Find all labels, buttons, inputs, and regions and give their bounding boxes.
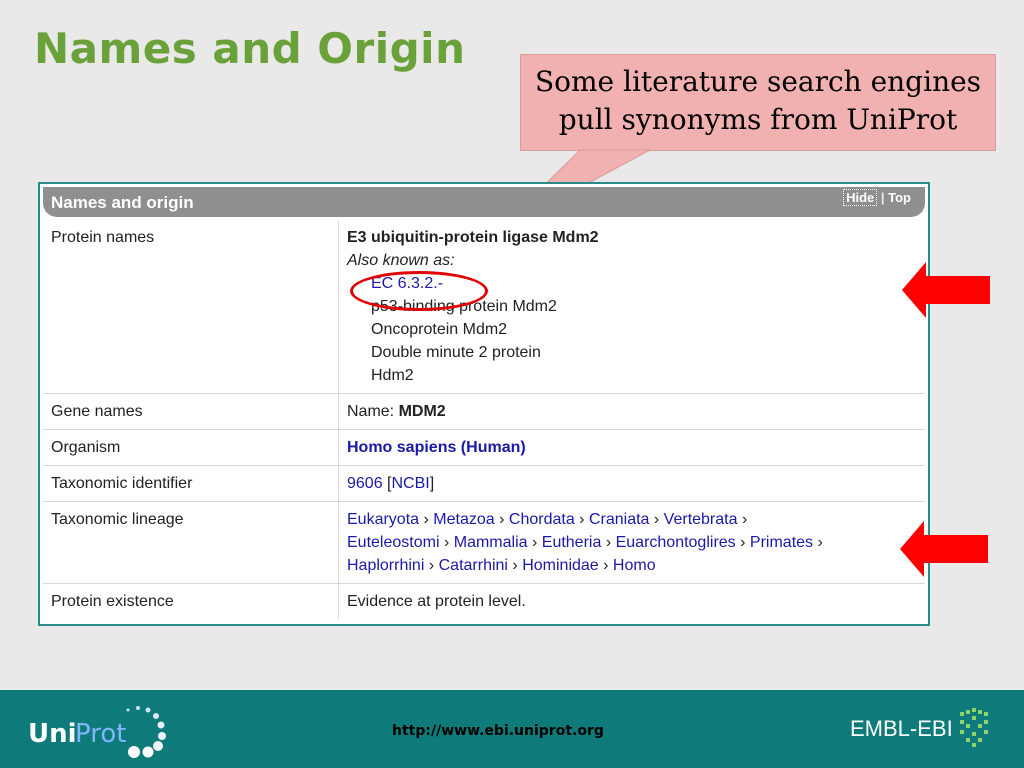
lineage-link[interactable]: Metazoa	[433, 511, 494, 528]
table-row-gene-names: Gene names Name: MDM2	[43, 394, 925, 430]
lineage-link[interactable]: Eukaryota	[347, 511, 419, 528]
row-value: E3 ubiquitin-protein ligase Mdm2 Also kn…	[339, 220, 925, 393]
hide-link[interactable]: Hide	[843, 189, 878, 206]
names-and-origin-panel: Names and origin Hide | Top Protein name…	[38, 182, 930, 626]
ncbi-link[interactable]: NCBI	[392, 475, 430, 492]
panel-title: Names and origin	[51, 193, 194, 212]
organism-link[interactable]: Homo sapiens (Human)	[347, 439, 526, 456]
row-value: Homo sapiens (Human)	[339, 430, 925, 465]
callout-line-2: pull synonyms from UniProt	[558, 103, 958, 136]
row-label: Protein names	[43, 220, 339, 393]
panel-header: Names and origin Hide | Top	[43, 187, 925, 217]
lineage-separator: ›	[499, 511, 505, 528]
lineage-separator: ›	[740, 534, 746, 551]
embl-ebi-mark	[960, 708, 988, 747]
row-label: Organism	[43, 430, 339, 465]
taxon-id-link[interactable]: 9606	[347, 475, 383, 492]
lineage-link[interactable]: Euteleostomi	[347, 534, 440, 551]
lineage-separator: ›	[741, 511, 748, 528]
uniprot-logo-part2: Prot	[75, 719, 126, 749]
red-arrow-left-icon	[902, 262, 990, 318]
row-value: Eukaryota › Metazoa › Chordata › Craniat…	[339, 502, 925, 583]
table-row-protein-existence: Protein existence Evidence at protein le…	[43, 584, 925, 619]
lineage-separator: ›	[512, 557, 518, 574]
synonym: p53-binding protein Mdm2	[371, 298, 557, 315]
recommended-name: E3 ubiquitin-protein ligase Mdm2	[347, 229, 599, 246]
names-table: Protein names E3 ubiquitin-protein ligas…	[43, 220, 925, 621]
lineage-link[interactable]: Chordata	[509, 511, 575, 528]
row-label: Taxonomic identifier	[43, 466, 339, 501]
lineage-link[interactable]: Craniata	[589, 511, 649, 528]
embl-ebi-text: EMBL-EBI	[850, 716, 953, 741]
header-separator: |	[880, 190, 885, 205]
table-row-protein-names: Protein names E3 ubiquitin-protein ligas…	[43, 220, 925, 394]
row-label: Gene names	[43, 394, 339, 429]
lineage-separator: ›	[579, 511, 585, 528]
lineage-link[interactable]: Vertebrata	[664, 511, 738, 528]
gene-name: MDM2	[398, 403, 446, 420]
lineage-separator: ›	[428, 557, 435, 574]
bracket-close: ]	[429, 475, 435, 492]
row-value: Evidence at protein level.	[347, 593, 526, 610]
lineage-link[interactable]: Homo	[613, 557, 656, 574]
lineage-separator: ›	[531, 534, 538, 551]
ec-number-link[interactable]: EC 6.3.2.-	[347, 272, 917, 295]
lineage-separator: ›	[653, 511, 660, 528]
lineage-link[interactable]: Hominidae	[522, 557, 598, 574]
header-links: Hide | Top	[843, 189, 911, 206]
lineage-separator: ›	[423, 511, 429, 528]
table-row-organism: Organism Homo sapiens (Human)	[43, 430, 925, 466]
table-row-taxonomic-lineage: Taxonomic lineage Eukaryota › Metazoa › …	[43, 502, 925, 584]
lineage-link[interactable]: Catarrhini	[439, 557, 508, 574]
synonym: Hdm2	[371, 367, 414, 384]
uniprot-logo-part1: Uni	[28, 719, 77, 749]
lineage-separator: ›	[817, 534, 823, 551]
row-label: Protein existence	[43, 584, 339, 619]
lineage-link[interactable]: Haplorrhini	[347, 557, 424, 574]
lineage-separator: ›	[443, 534, 450, 551]
embl-ebi-logo: EMBL-EBI	[850, 708, 1000, 748]
callout-box: Some literature search engines pull syno…	[520, 54, 996, 151]
gene-name-prefix: Name:	[347, 403, 395, 420]
top-link[interactable]: Top	[888, 190, 911, 205]
lineage-link[interactable]: Primates	[750, 534, 813, 551]
uniprot-logo: Uni Prot	[28, 706, 166, 758]
slide-title: Names and Origin	[34, 24, 466, 73]
red-arrow-left-icon	[900, 521, 988, 577]
row-value: 9606 [NCBI]	[339, 466, 925, 501]
footer-url[interactable]: http://www.ebi.uniprot.org	[392, 723, 604, 739]
lineage-link[interactable]: Mammalia	[454, 534, 528, 551]
synonym: Oncoprotein Mdm2	[371, 321, 508, 338]
also-known-as-label: Also known as:	[347, 252, 455, 269]
lineage-link[interactable]: Euarchontoglires	[616, 534, 736, 551]
footer-bar: Uni Prot http://www.ebi.uniprot.org EMBL…	[0, 690, 1024, 768]
table-row-taxonomic-identifier: Taxonomic identifier 9606 [NCBI]	[43, 466, 925, 502]
synonym: Double minute 2 protein	[371, 344, 541, 361]
row-value: Name: MDM2	[339, 394, 925, 429]
lineage-separator: ›	[603, 557, 609, 574]
row-label: Taxonomic lineage	[43, 502, 339, 583]
callout-line-1: Some literature search engines	[534, 65, 982, 98]
lineage-link[interactable]: Eutheria	[542, 534, 602, 551]
lineage-separator: ›	[605, 534, 612, 551]
